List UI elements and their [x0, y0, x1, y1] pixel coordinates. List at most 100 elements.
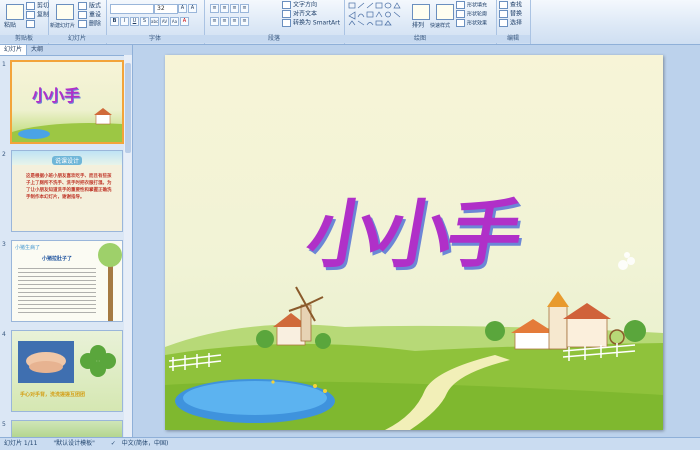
select-button[interactable]: 选择	[499, 19, 522, 28]
align-text-button[interactable]: 对齐文本	[282, 10, 317, 19]
format-painter-button[interactable]	[26, 20, 37, 29]
layout-icon	[78, 2, 87, 10]
align-text-icon	[282, 10, 291, 18]
find-icon	[499, 1, 508, 9]
strikethrough-button[interactable]: abc	[150, 17, 159, 26]
spellcheck-icon[interactable]: ✓	[111, 440, 116, 447]
new-slide-button[interactable]: 新建幻灯片	[50, 22, 75, 30]
paste-button[interactable]: 粘贴	[4, 22, 16, 30]
slides-label: 幻灯片	[48, 35, 106, 43]
spacing-button[interactable]: AV	[160, 17, 169, 26]
slide-thumbnail-4[interactable]: 手心对手背，洗洗搓搓互团团	[11, 330, 123, 412]
copy-icon	[26, 11, 35, 19]
fill-icon	[456, 1, 465, 9]
decrease-indent-icon[interactable]: ≡	[230, 4, 239, 13]
theme-name: "默认设计模板"	[53, 440, 95, 447]
delete-button[interactable]: 删除	[78, 20, 101, 29]
slide-thumbnail-1[interactable]: 小小手	[10, 60, 124, 144]
numbering-icon[interactable]: ≡	[220, 4, 229, 13]
bullets-icon[interactable]: ≡	[210, 4, 219, 13]
slide-thumbnail-3[interactable]: 小猪生病了 小猪拉肚子了	[11, 240, 123, 322]
current-slide[interactable]: 小小手	[165, 55, 663, 430]
panel-tabs: 幻灯片 大纲	[0, 45, 132, 56]
editing-group: 查找 替换 选择 编辑	[496, 0, 531, 44]
thumb-tree	[98, 243, 122, 321]
align-right-icon[interactable]: ≡	[230, 17, 239, 26]
smartart-button[interactable]: 转换为 SmartArt	[282, 19, 340, 28]
thumb-hands-image	[18, 341, 116, 383]
smartart-icon	[282, 19, 291, 27]
outline-icon	[456, 10, 465, 18]
tab-slides[interactable]: 幻灯片	[0, 45, 28, 55]
quick-styles-icon[interactable]	[436, 4, 454, 20]
new-slide-icon[interactable]	[56, 4, 74, 20]
text-direction-button[interactable]: 文字方向	[282, 1, 317, 10]
brush-icon	[26, 20, 35, 28]
slides-group: 新建幻灯片 版式 重设 删除 幻灯片	[48, 0, 107, 44]
slide-thumbnail-5[interactable]	[11, 420, 123, 438]
replace-button[interactable]: 替换	[499, 10, 522, 19]
thumb-landscape	[12, 108, 122, 142]
scissors-icon	[26, 2, 35, 10]
effects-icon	[456, 19, 465, 27]
font-name-input[interactable]	[110, 4, 154, 14]
scroll-thumb[interactable]	[125, 63, 131, 153]
increase-indent-icon[interactable]: ≡	[240, 4, 249, 13]
arrange-button[interactable]: 排列	[412, 22, 424, 30]
drawing-label: 绘图	[344, 35, 496, 43]
status-bar: 幻灯片 1/11 "默认设计模板" ✓ 中文(简体，中国)	[0, 437, 700, 450]
text-direction-icon	[282, 1, 291, 9]
editing-label: 编辑	[496, 35, 530, 43]
align-center-icon[interactable]: ≡	[220, 17, 229, 26]
copy-button[interactable]: 复制	[26, 11, 49, 20]
replace-icon	[499, 10, 508, 18]
font-size-input[interactable]: 32	[154, 4, 178, 14]
thumb-caption: 手心对手背，洗洗搓搓互团团	[20, 392, 86, 398]
change-case-button[interactable]: Aa	[170, 17, 179, 26]
bold-button[interactable]: B	[110, 17, 119, 26]
shape-effects-button[interactable]: 形状效果	[456, 19, 487, 28]
italic-button[interactable]: I	[120, 17, 129, 26]
slide-number: 3	[2, 241, 6, 248]
shape-outline-button[interactable]: 形状轮廓	[456, 10, 487, 19]
shapes-gallery[interactable]	[348, 2, 406, 28]
thumb-logo: 小猪生病了	[15, 245, 41, 251]
align-left-icon[interactable]: ≡	[210, 17, 219, 26]
select-icon	[499, 19, 508, 27]
drawing-group: 排列 快速样式 形状填充 形状轮廓 形状效果 绘图	[344, 0, 497, 44]
slides-panel: 幻灯片 大纲 1 小小手 2 说课设计 这是根据小班小朋友喜欢吃手、而且有些孩子上…	[0, 45, 133, 438]
slide-title[interactable]: 小小手	[165, 175, 663, 282]
tab-outline[interactable]: 大纲	[27, 45, 47, 55]
underline-button[interactable]: U	[130, 17, 139, 26]
shape-fill-button[interactable]: 形状填充	[456, 1, 487, 10]
thumb-body: 这是根据小班小朋友喜欢吃手、而且有些孩子上了厕所不洗手、洗手时把衣服打湿。为了让…	[26, 174, 112, 200]
thumb-heading: 小猪拉肚子了	[42, 256, 73, 262]
font-label: 字体	[106, 35, 204, 43]
font-color-button[interactable]: A	[180, 17, 189, 26]
slide-thumbnail-2[interactable]: 说课设计 这是根据小班小朋友喜欢吃手、而且有些孩子上了厕所不洗手、洗手时把衣服打…	[11, 150, 123, 232]
grow-font-icon[interactable]: A	[178, 4, 187, 13]
reset-icon	[78, 11, 87, 19]
arrange-icon[interactable]	[412, 4, 430, 20]
paragraph-group: ≡ ≡ ≡ ≡ ≡ ≡ ≡ ≡ 文字方向 对齐文本 转换为 SmartArt 段…	[204, 0, 345, 44]
shadow-button[interactable]: S	[140, 17, 149, 26]
slide-counter: 幻灯片 1/11	[4, 440, 38, 447]
reset-button[interactable]: 重设	[78, 11, 101, 20]
slide-number: 4	[2, 331, 6, 338]
slide-number: 5	[2, 421, 6, 428]
panel-scrollbar[interactable]	[124, 55, 132, 437]
shrink-font-icon[interactable]: A	[188, 4, 197, 13]
paragraph-label: 段落	[204, 35, 344, 43]
quick-styles-button[interactable]: 快速样式	[430, 22, 450, 30]
thumb-heading: 说课设计	[52, 156, 83, 165]
clipboard-group: 粘贴 剪切 复制 剪贴板	[0, 0, 49, 44]
find-button[interactable]: 查找	[499, 1, 522, 10]
paste-icon[interactable]	[6, 4, 24, 20]
slide-number: 2	[2, 151, 6, 158]
justify-icon[interactable]: ≡	[240, 17, 249, 26]
layout-button[interactable]: 版式	[78, 2, 101, 11]
thumb-text-lines	[18, 265, 96, 313]
cut-button[interactable]: 剪切	[26, 2, 49, 11]
ribbon: 粘贴 剪切 复制 剪贴板 新建幻灯片 版式 重设 删除 幻灯片 32 A A B…	[0, 0, 700, 45]
language-indicator[interactable]: 中文(简体，中国)	[122, 440, 169, 447]
